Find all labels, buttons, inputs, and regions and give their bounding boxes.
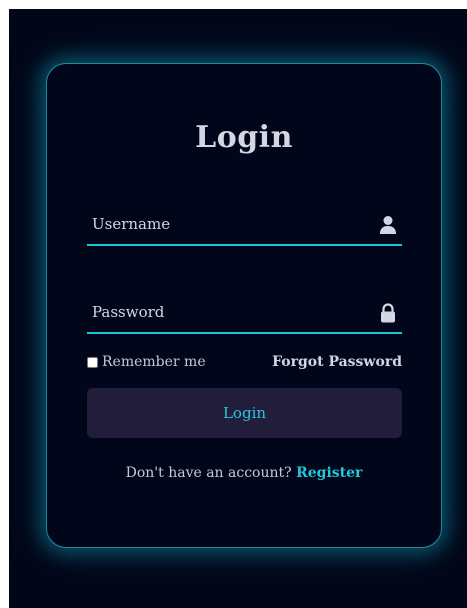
page-background: Login Username Password Remember me Forg… [9, 9, 467, 608]
register-prompt: Don't have an account? Register [47, 465, 441, 481]
login-button[interactable]: Login [87, 388, 402, 438]
register-link[interactable]: Register [296, 465, 362, 481]
password-label: Password [92, 303, 165, 321]
password-field[interactable]: Password [87, 298, 402, 334]
remember-me-checkbox[interactable] [87, 356, 98, 368]
login-card: Login Username Password Remember me Forg… [46, 63, 442, 548]
forgot-password-link[interactable]: Forgot Password [272, 354, 402, 370]
username-label: Username [92, 215, 171, 233]
remember-me-label: Remember me [102, 354, 206, 370]
form-options: Remember me Forgot Password [87, 353, 402, 375]
register-prompt-text: Don't have an account? [125, 465, 292, 481]
page-title: Login [195, 120, 293, 155]
username-field[interactable]: Username [87, 210, 402, 246]
lock-icon [379, 303, 397, 323]
remember-me[interactable]: Remember me [87, 354, 206, 370]
user-icon [379, 215, 397, 235]
